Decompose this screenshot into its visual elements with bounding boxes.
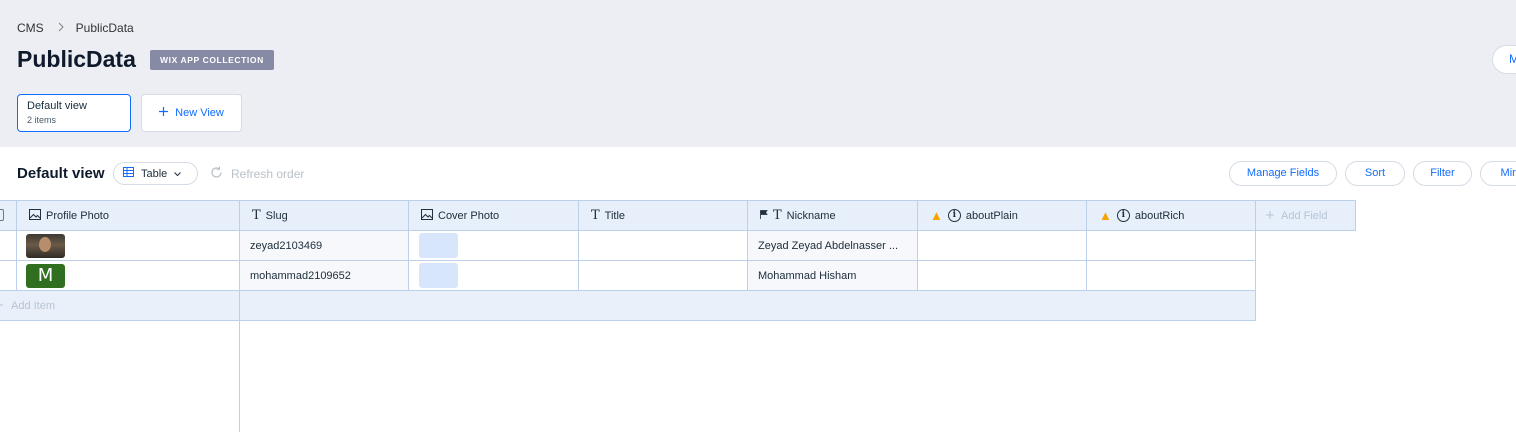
column-header-cover-photo[interactable]: Cover Photo xyxy=(409,200,579,231)
cover-photo-placeholder xyxy=(419,263,458,288)
breadcrumb-current: PublicData xyxy=(75,21,134,35)
refresh-order-button[interactable]: Refresh order xyxy=(210,166,304,182)
select-all-checkbox[interactable] xyxy=(0,209,4,221)
plus-icon xyxy=(0,300,5,312)
chevron-down-icon xyxy=(174,168,182,180)
column-header-title[interactable]: T Title xyxy=(579,200,748,231)
new-view-label: New View xyxy=(175,107,224,119)
new-view-button[interactable]: New View xyxy=(141,94,242,132)
view-card-default[interactable]: Default view 2 items xyxy=(17,94,131,132)
column-header-aboutrich[interactable]: ▲ i aboutRich xyxy=(1087,200,1256,231)
column-label: aboutRich xyxy=(1134,209,1185,222)
table-cell-title[interactable] xyxy=(579,231,748,261)
profile-photo-thumbnail xyxy=(26,233,65,258)
text-icon: T xyxy=(252,208,261,223)
table-cell-title[interactable] xyxy=(579,261,748,291)
table-cell-nickname[interactable]: Mohammad Hisham xyxy=(748,261,918,291)
add-field-label: Add Field xyxy=(1281,209,1328,222)
toolbar-title: Default view xyxy=(17,165,105,182)
layout-select-label: Table xyxy=(141,167,168,180)
view-name: Default view xyxy=(27,100,87,112)
row-select-cell[interactable] xyxy=(0,231,17,261)
breadcrumb-root[interactable]: CMS xyxy=(17,21,44,35)
add-item-button[interactable]: Add Item xyxy=(0,291,240,321)
manage-fields-button[interactable]: Manage Fields xyxy=(1229,161,1337,186)
info-icon: i xyxy=(947,209,961,222)
add-item-row-fill xyxy=(240,291,1256,321)
table-cell-profile-photo[interactable]: M xyxy=(17,261,240,291)
column-label: Cover Photo xyxy=(438,209,500,222)
table-cell-cover-photo[interactable] xyxy=(409,261,579,291)
profile-photo-thumbnail: M xyxy=(26,263,65,288)
text-icon: T xyxy=(773,208,782,223)
table-cell-cover-photo[interactable] xyxy=(409,231,579,261)
column-header-profile-photo[interactable]: Profile Photo xyxy=(17,200,240,231)
table-cell-aboutrich[interactable] xyxy=(1087,261,1256,291)
view-item-count: 2 items xyxy=(27,115,57,125)
column-label: Profile Photo xyxy=(46,209,109,222)
table-cell-slug[interactable]: mohammad2109652 xyxy=(240,261,409,291)
text-icon: T xyxy=(591,208,600,223)
table-cell-aboutplain[interactable] xyxy=(918,231,1087,261)
column-header-nickname[interactable]: T Nickname xyxy=(748,200,918,231)
table-cell-aboutplain[interactable] xyxy=(918,261,1087,291)
image-icon xyxy=(29,208,41,223)
refresh-icon xyxy=(210,166,223,182)
add-field-button[interactable]: Add Field xyxy=(1256,200,1356,231)
page-title: PublicData xyxy=(17,46,136,72)
collection-badge: WIX APP COLLECTION xyxy=(150,50,274,70)
column-label: Nickname xyxy=(786,209,836,222)
row-select-cell[interactable] xyxy=(0,261,17,291)
info-icon: i xyxy=(1116,209,1130,222)
plus-icon xyxy=(159,107,169,119)
table-cell-aboutrich[interactable] xyxy=(1087,231,1256,261)
chevron-right-icon xyxy=(58,21,64,35)
plus-icon xyxy=(1266,210,1274,222)
select-all-cell[interactable] xyxy=(0,200,17,231)
flag-icon xyxy=(760,209,768,222)
sort-button[interactable]: Sort xyxy=(1345,161,1405,186)
warning-icon: ▲ xyxy=(1099,208,1112,223)
cover-photo-placeholder xyxy=(419,233,458,258)
column-label: aboutPlain xyxy=(965,209,1018,222)
column-label: Slug xyxy=(265,209,288,222)
table-cell-slug[interactable]: zeyad2103469 xyxy=(240,231,409,261)
breadcrumb: CMS PublicData xyxy=(17,21,134,35)
warning-icon: ▲ xyxy=(930,208,943,223)
column-label: Title xyxy=(604,209,626,222)
mirror-button[interactable]: Mirr xyxy=(1480,161,1516,186)
more-actions-button[interactable]: M xyxy=(1492,45,1516,74)
frozen-column-divider xyxy=(239,320,240,432)
table-icon xyxy=(123,167,134,180)
add-item-label: Add Item xyxy=(11,299,56,312)
table-cell-nickname[interactable]: Zeyad Zeyad Abdelnasser ... xyxy=(748,231,918,261)
refresh-order-label: Refresh order xyxy=(231,167,305,181)
column-header-slug[interactable]: T Slug xyxy=(240,200,409,231)
table-cell-profile-photo[interactable] xyxy=(17,231,240,261)
column-header-aboutplain[interactable]: ▲ i aboutPlain xyxy=(918,200,1087,231)
page-header: CMS PublicData PublicData WIX APP COLLEC… xyxy=(0,0,1516,147)
image-icon xyxy=(421,208,433,223)
filter-button[interactable]: Filter xyxy=(1413,161,1472,186)
layout-select[interactable]: Table xyxy=(113,162,198,185)
